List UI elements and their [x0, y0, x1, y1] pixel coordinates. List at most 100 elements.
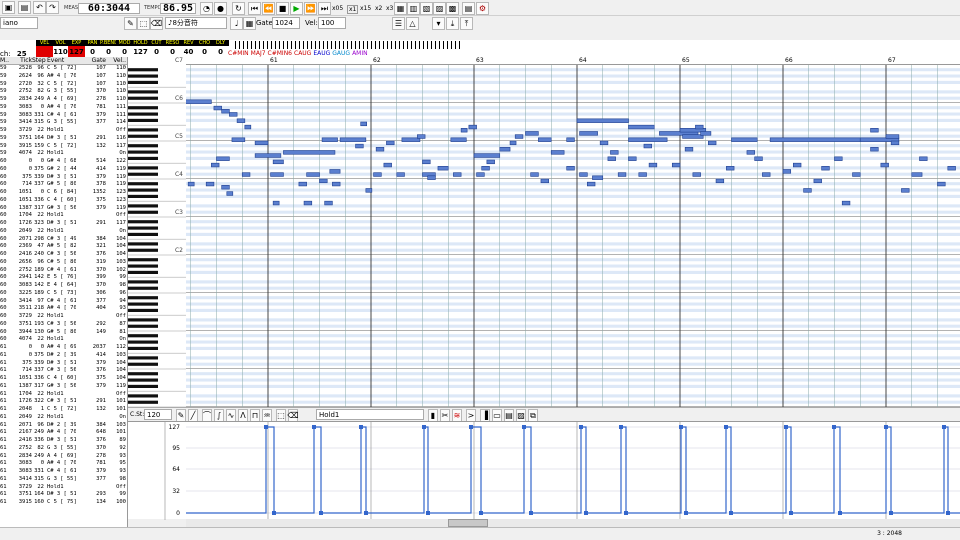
event-row[interactable]: 6100A# 4 [ 69]2037112 [0, 344, 127, 352]
black-key[interactable] [128, 156, 158, 160]
measure-label[interactable]: 66 [785, 57, 793, 64]
hold-point[interactable] [264, 425, 268, 429]
mixer-param-5[interactable]: MOD 0 [116, 40, 133, 58]
hold-point[interactable] [529, 511, 533, 515]
black-key[interactable] [128, 166, 158, 170]
upload-icon[interactable]: ⤒ [460, 17, 473, 30]
metronome-icon[interactable]: ◔ [200, 2, 213, 15]
event-row[interactable]: 60 1387317G# 3 [ 56] 379 119 [0, 205, 127, 213]
view-track-icon[interactable]: ▩ [446, 2, 459, 15]
chord-button[interactable]: EAUG [313, 50, 330, 57]
hold-point[interactable] [784, 425, 788, 429]
event-row[interactable]: 60 2752189C# 4 [ 61] 370 102 [0, 267, 127, 275]
black-key[interactable] [128, 74, 158, 78]
note-block[interactable] [803, 188, 812, 193]
note-block[interactable] [540, 178, 549, 184]
event-row[interactable]: 6000G# 4 [ 68]514122 [0, 158, 127, 166]
hold-point[interactable] [479, 511, 483, 515]
note-block[interactable] [890, 140, 900, 146]
event-row[interactable]: 59 3083331C# 4 [ 61] 379 111 [0, 112, 127, 120]
black-key[interactable] [128, 384, 158, 388]
note-block[interactable] [870, 128, 879, 133]
event-row[interactable]: 60 3511218A# 4 [ 70] 404 93 [0, 305, 127, 313]
scroll-thumb[interactable] [448, 519, 488, 527]
triangle-icon[interactable]: △ [406, 17, 419, 30]
undo-icon[interactable]: ↶ [33, 1, 46, 14]
speed-x1[interactable]: x1 [347, 5, 359, 14]
speed-x05[interactable]: x05 [332, 5, 343, 12]
record-icon[interactable]: ● [214, 2, 227, 15]
note-block[interactable] [272, 200, 280, 206]
black-key[interactable] [128, 68, 158, 72]
note-block[interactable] [476, 172, 485, 177]
event-row[interactable]: 60 714337G# 5 [ 80] 378 119 [0, 181, 127, 189]
note-block[interactable] [769, 137, 861, 142]
event-row[interactable]: 61 2048 1 C 5 [ 72] 132 101 [0, 406, 127, 414]
hold-point[interactable] [838, 511, 842, 515]
quantize-icon[interactable]: ♩ [230, 17, 243, 30]
event-row[interactable]: 61 375339D# 3 [ 51] 379 104 [0, 360, 127, 368]
note-block[interactable] [241, 172, 251, 177]
event-col-header[interactable]: Step [32, 57, 46, 64]
hold-point[interactable] [522, 425, 526, 429]
note-block[interactable] [919, 156, 928, 161]
measure-label[interactable]: 65 [682, 57, 690, 64]
event-row[interactable]: 60 2071298C# 3 [ 49] 384 104 [0, 236, 127, 244]
note-block[interactable] [610, 150, 619, 155]
note-block[interactable] [187, 181, 195, 187]
note-block[interactable] [834, 156, 843, 161]
hold-point[interactable] [579, 425, 583, 429]
measure-label[interactable]: 62 [373, 57, 381, 64]
black-key[interactable] [128, 232, 158, 236]
note-block[interactable] [638, 172, 647, 177]
black-key[interactable] [128, 188, 158, 192]
mixer-param-11[interactable]: DLY 0 [212, 40, 229, 58]
black-key[interactable] [128, 204, 158, 208]
event-row[interactable]: 61 3414 315 G 3 [ 55] 377 98 [0, 476, 127, 484]
note-block[interactable] [360, 121, 367, 127]
event-row[interactable]: 60 3083 142 E 4 [ 64] 370 98 [0, 282, 127, 290]
note-block[interactable] [211, 162, 220, 168]
black-key[interactable] [128, 340, 158, 344]
horizontal-scrollbar[interactable] [186, 519, 960, 527]
chord-button[interactable]: AMIN [352, 50, 368, 57]
mixer-param-2[interactable]: EXP 127 [68, 40, 85, 58]
note-block[interactable] [782, 169, 792, 174]
note-block[interactable] [708, 140, 717, 146]
note-block[interactable] [509, 140, 517, 146]
controller-lane[interactable]: 127 95 64 32 0 [128, 421, 960, 520]
note-block[interactable] [870, 147, 879, 152]
controller-type-select[interactable]: Hold1 [316, 409, 424, 420]
note-block[interactable] [901, 188, 910, 193]
event-row[interactable]: 61 3083331C# 4 [ 61] 379 93 [0, 468, 127, 476]
note-block[interactable] [731, 137, 758, 142]
event-row[interactable]: 61 2049 22 Hold1 On [0, 414, 127, 422]
note-block[interactable] [383, 162, 392, 168]
black-key[interactable] [128, 318, 158, 322]
event-row[interactable]: 61 1051 336 C 4 [ 60] 375 104 [0, 375, 127, 383]
note-block[interactable] [460, 128, 468, 133]
black-key[interactable] [128, 286, 158, 290]
note-block[interactable] [692, 172, 701, 177]
black-key[interactable] [128, 118, 158, 122]
black-key[interactable] [128, 96, 158, 100]
play-icon[interactable]: ▶ [290, 2, 303, 15]
note-block[interactable] [599, 140, 609, 146]
event-row[interactable]: 59 3729 22 Hold1 Off [0, 127, 127, 135]
black-key[interactable] [128, 334, 158, 338]
note-block[interactable] [468, 124, 477, 130]
black-key[interactable] [128, 248, 158, 252]
note-block[interactable] [216, 156, 230, 161]
speed-x15[interactable]: x15 [360, 5, 371, 12]
mixer-param-1[interactable]: VOL 110 [52, 40, 69, 58]
note-block[interactable] [283, 150, 336, 155]
black-key[interactable] [128, 128, 158, 132]
event-row[interactable]: 60 375339D# 3 [ 51] 379 119 [0, 174, 127, 182]
note-block[interactable] [473, 153, 501, 158]
vel-input[interactable]: 100 [318, 17, 346, 29]
note-block[interactable] [236, 118, 246, 123]
note-block[interactable] [339, 137, 367, 142]
event-row[interactable]: 60 3944130G# 5 [ 80] 149 81 [0, 329, 127, 337]
note-block[interactable] [937, 181, 946, 187]
note-block[interactable] [221, 109, 230, 114]
